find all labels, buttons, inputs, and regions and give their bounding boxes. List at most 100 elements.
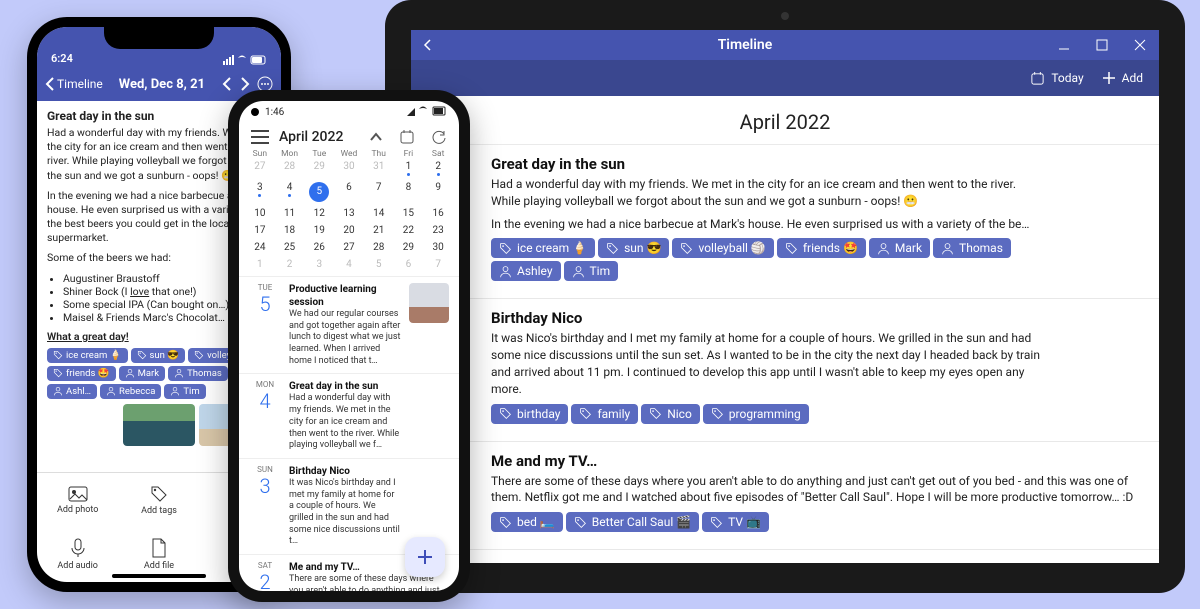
calendar-day[interactable]: 24 xyxy=(245,242,275,253)
home-indicator[interactable] xyxy=(112,574,206,578)
tag-chip[interactable]: bed 🛏️ xyxy=(491,512,563,532)
back-button[interactable] xyxy=(411,36,445,55)
tag-chip[interactable]: Ashley xyxy=(491,261,561,281)
calendar-day[interactable]: 10 xyxy=(245,208,275,219)
tag-chip[interactable]: friends 🤩 xyxy=(777,238,866,258)
tag-chip[interactable]: TV 📺 xyxy=(702,512,769,532)
calendar-day[interactable]: 16 xyxy=(423,208,453,219)
calendar-day[interactable]: 25 xyxy=(275,242,305,253)
calendar-day[interactable]: 3 xyxy=(304,259,334,270)
tag-chip[interactable]: family xyxy=(571,404,638,424)
timeline-entry[interactable]: FRI Helping out John After work John cal… xyxy=(411,550,1159,563)
tag-chip[interactable]: Rebecca xyxy=(100,384,161,399)
calendar-day[interactable]: 27 xyxy=(245,161,275,176)
tag-chip[interactable]: Thomas xyxy=(168,366,228,381)
month-title[interactable]: April 2022 xyxy=(279,129,359,145)
tag-chip[interactable]: birthday xyxy=(491,404,568,424)
add-button[interactable]: Add xyxy=(1102,71,1143,85)
calendar-day[interactable]: 6 xyxy=(394,259,424,270)
timeline-entry[interactable]: SAT2 Me and my TV… There are some of the… xyxy=(411,442,1159,551)
tag-chip[interactable]: ice cream 🍦 xyxy=(491,238,595,258)
calendar-day[interactable]: 4 xyxy=(275,182,305,202)
entry-thumb[interactable] xyxy=(409,283,449,323)
back-button[interactable]: Timeline xyxy=(45,77,103,91)
add-tags-button[interactable]: Add tags xyxy=(118,473,199,528)
entry-thumb[interactable] xyxy=(409,380,449,420)
maximize-button[interactable] xyxy=(1083,30,1121,60)
tag-chip[interactable]: programming xyxy=(703,404,809,424)
tag-chip[interactable]: Mark xyxy=(119,366,166,381)
calendar-grid[interactable]: 2728293031123456789101112131415161718192… xyxy=(239,159,459,277)
close-button[interactable] xyxy=(1121,30,1159,60)
tablet-entries[interactable]: MON4 Great day in the sun Had a wonderfu… xyxy=(411,145,1159,563)
tag-chip[interactable]: Thomas xyxy=(933,238,1011,258)
calendar-day[interactable]: 19 xyxy=(304,225,334,236)
today-button[interactable]: Today xyxy=(1030,71,1083,86)
thumbnail-icecream[interactable] xyxy=(47,404,119,446)
tag-chip[interactable]: sun 😎 xyxy=(131,348,186,363)
timeline-entry[interactable]: MON4 Great day in the sun Had a wonderfu… xyxy=(411,145,1159,299)
calendar-day[interactable]: 15 xyxy=(394,208,424,219)
chevron-up-icon[interactable] xyxy=(369,130,383,144)
tag-chip[interactable]: sun 😎 xyxy=(598,238,669,258)
calendar-day[interactable]: 22 xyxy=(394,225,424,236)
date-title[interactable]: Wed, Dec 8, 21 xyxy=(103,77,221,92)
calendar-day[interactable]: 11 xyxy=(275,208,305,219)
tag-chip[interactable]: friends 🤩 xyxy=(47,366,116,381)
calendar-day[interactable]: 18 xyxy=(275,225,305,236)
calendar-day[interactable]: 23 xyxy=(423,225,453,236)
calendar-day[interactable]: 30 xyxy=(334,161,364,176)
list-item[interactable]: TUE5 Productive learning sessionWe had o… xyxy=(239,277,459,374)
add-audio-button[interactable]: Add audio xyxy=(37,528,118,583)
calendar-day[interactable]: 5 xyxy=(364,259,394,270)
fab-add-button[interactable] xyxy=(405,537,445,577)
calendar-day[interactable]: 2 xyxy=(275,259,305,270)
closing-link[interactable]: What a great day! xyxy=(47,330,129,343)
calendar-day[interactable]: 1 xyxy=(394,161,424,176)
minimize-button[interactable] xyxy=(1045,30,1083,60)
calendar-day[interactable]: 21 xyxy=(364,225,394,236)
thumbnail-lake[interactable] xyxy=(123,404,195,446)
calendar-day[interactable]: 28 xyxy=(364,242,394,253)
menu-icon[interactable] xyxy=(251,130,269,144)
next-day-icon[interactable] xyxy=(239,77,251,91)
tag-chip[interactable]: ice cream 🍦 xyxy=(47,348,128,363)
prev-day-icon[interactable] xyxy=(221,77,233,91)
entry-thumb[interactable] xyxy=(1063,309,1141,387)
calendar-day[interactable]: 7 xyxy=(423,259,453,270)
calendar-day[interactable]: 13 xyxy=(334,208,364,219)
calendar-day[interactable]: 1 xyxy=(245,259,275,270)
calendar-day[interactable]: 7 xyxy=(364,182,394,202)
calendar-day[interactable]: 2 xyxy=(423,161,453,176)
tag-chip[interactable]: Tim xyxy=(164,384,205,399)
entry-thumb[interactable] xyxy=(409,465,449,505)
timeline-entry[interactable]: SUN3 Birthday Nico It was Nico's birthda… xyxy=(411,299,1159,441)
calendar-day[interactable]: 12 xyxy=(304,208,334,219)
calendar-day[interactable]: 20 xyxy=(334,225,364,236)
calendar-day[interactable]: 26 xyxy=(304,242,334,253)
calendar-day[interactable]: 14 xyxy=(364,208,394,219)
calendar-day[interactable]: 30 xyxy=(423,242,453,253)
tag-chip[interactable]: Tim xyxy=(564,261,619,281)
calendar-day[interactable]: 31 xyxy=(364,161,394,176)
entry-thumb[interactable] xyxy=(1063,155,1141,233)
tag-chip[interactable]: volleyball 🏐 xyxy=(672,238,773,258)
calendar-day[interactable]: 3 xyxy=(245,182,275,202)
calendar-day[interactable]: 8 xyxy=(394,182,424,202)
tag-chip[interactable]: Mark xyxy=(869,238,930,258)
sync-icon[interactable] xyxy=(431,129,447,145)
tag-chip[interactable]: Better Call Saul 🎬 xyxy=(566,512,699,532)
calendar-today-icon[interactable] xyxy=(399,129,415,145)
calendar-day[interactable]: 4 xyxy=(334,259,364,270)
list-item[interactable]: MON4 Great day in the sunHad a wonderful… xyxy=(239,374,459,458)
tag-chip[interactable]: Nico xyxy=(641,404,700,424)
calendar-day[interactable]: 27 xyxy=(334,242,364,253)
calendar-day[interactable]: 28 xyxy=(275,161,305,176)
calendar-day[interactable]: 29 xyxy=(394,242,424,253)
add-photo-button[interactable]: Add photo xyxy=(37,473,118,528)
calendar-day[interactable]: 6 xyxy=(334,182,364,202)
calendar-day[interactable]: 5 xyxy=(304,182,334,202)
calendar-day[interactable]: 17 xyxy=(245,225,275,236)
calendar-day[interactable]: 9 xyxy=(423,182,453,202)
calendar-day[interactable]: 29 xyxy=(304,161,334,176)
